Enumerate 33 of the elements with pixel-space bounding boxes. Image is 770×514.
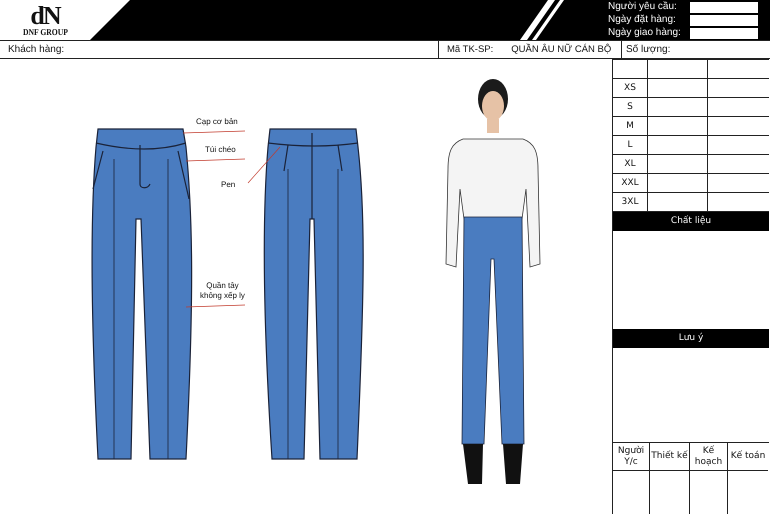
leader-line [182, 130, 246, 134]
size-label: XS [624, 83, 636, 93]
logo-text: DNF GROUP [22, 27, 68, 37]
product-code-label: Mã TK-SP: [447, 43, 494, 57]
field-label: Ngày đặt hàng: [608, 14, 677, 26]
quantity-label: Số lượng: [626, 44, 670, 55]
callout-label: Cạp cơ bản [196, 117, 238, 127]
field-label: Người yêu cầu: [608, 1, 678, 13]
input-field[interactable] [690, 14, 758, 26]
callout-label: Pen [221, 180, 236, 190]
callout-label: Quần tây không xếp ly [200, 281, 245, 301]
leader-line [186, 158, 246, 162]
approval-label: Kế toán [730, 451, 766, 462]
size-label: XL [624, 159, 636, 169]
input-field[interactable] [690, 28, 758, 38]
customer-label: Khách hàng: [8, 44, 64, 55]
product-code-value: QUẦN ÂU NỮ CÁN BỘ [511, 42, 612, 57]
logo-mark: dN [30, 5, 60, 27]
size-label: 3XL [622, 197, 638, 207]
input-field[interactable] [690, 2, 758, 12]
size-label: L [627, 140, 632, 150]
size-label: S [627, 102, 633, 112]
notes-header: Lưu ý [613, 329, 769, 348]
approval-label: Thiết kế [651, 451, 688, 462]
leader-line [248, 146, 280, 184]
size-label: M [626, 121, 634, 131]
size-label: XXL [621, 178, 639, 188]
material-header: Chất liệu [613, 212, 769, 231]
field-label: Ngày giao hàng: [608, 27, 682, 39]
callout-label: Túi chéo [205, 145, 236, 155]
approval-label: Người Y/c [618, 446, 644, 468]
approval-label: Kế hoạch [694, 446, 722, 468]
leader-line [186, 304, 246, 308]
